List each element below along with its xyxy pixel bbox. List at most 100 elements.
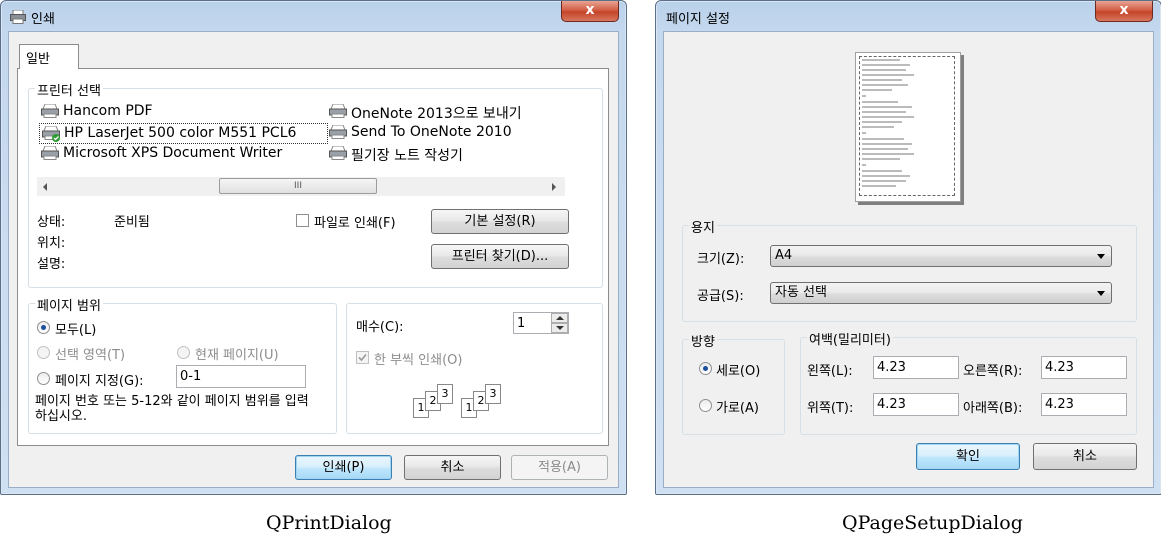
collate-digit: 1 bbox=[465, 401, 473, 414]
page-sheet: 3 bbox=[437, 384, 453, 404]
page-range-title: 페이지 범위 bbox=[35, 295, 103, 314]
orientation-group: 방향 세로(O) 가로(A) bbox=[682, 331, 785, 435]
printer-selection-group: 프린터 선택 Hancom PDF HP LaserJet 500 color … bbox=[28, 80, 603, 288]
close-button[interactable]: x bbox=[1095, 1, 1153, 22]
location-label: 위치: bbox=[37, 236, 66, 251]
bottom-margin-label: 아래쪽(B): bbox=[963, 401, 1023, 416]
paper-source-value: 자동 선택 bbox=[775, 285, 827, 300]
window-title: 인쇄 bbox=[31, 12, 55, 27]
printer-name: Microsoft XPS Document Writer bbox=[63, 145, 283, 161]
scroll-right-icon[interactable] bbox=[552, 183, 556, 191]
bottom-margin-input[interactable]: 4.23 bbox=[1041, 393, 1127, 416]
right-margin-input[interactable]: 4.23 bbox=[1041, 356, 1127, 379]
page-preview bbox=[855, 52, 961, 202]
scroll-thumb[interactable]: III bbox=[219, 178, 377, 194]
dialog-client: 용지 크기(Z): A4 공급(S): 자동 선택 방향 세로(O) 가로(A)… bbox=[663, 31, 1154, 488]
source-label: 공급(S): bbox=[697, 289, 744, 304]
collate-checkbox[interactable] bbox=[356, 351, 369, 364]
default-printer-icon bbox=[42, 126, 60, 142]
printer-name: Send To OneNote 2010 bbox=[351, 124, 512, 140]
tab-panel: 프린터 선택 Hancom PDF HP LaserJet 500 color … bbox=[17, 68, 609, 446]
collate-digit: 1 bbox=[417, 401, 425, 414]
page-preview-lines bbox=[862, 59, 914, 187]
close-button[interactable]: x bbox=[561, 1, 619, 22]
print-to-file-label: 파일로 인쇄(F) bbox=[314, 216, 396, 231]
preferences-button[interactable]: 기본 설정(R) bbox=[431, 209, 569, 234]
list-item[interactable]: OneNote 2013으로 보내기 bbox=[327, 101, 577, 122]
tab-general-label: 일반 bbox=[26, 52, 50, 67]
list-item[interactable]: 필기장 노트 작성기 bbox=[327, 143, 577, 164]
top-margin-input[interactable]: 4.23 bbox=[873, 393, 959, 416]
horizontal-scrollbar[interactable]: III bbox=[37, 177, 565, 196]
left-margin-input[interactable]: 4.23 bbox=[873, 356, 959, 379]
printer-group-title: 프린터 선택 bbox=[35, 80, 103, 99]
spin-up-icon[interactable] bbox=[551, 313, 568, 323]
chevron-down-icon bbox=[1097, 254, 1105, 259]
copies-spinner[interactable] bbox=[551, 313, 568, 333]
comment-label: 설명: bbox=[37, 257, 66, 272]
collate-digit: 3 bbox=[489, 387, 497, 400]
collate-label: 한 부씩 인쇄(O) bbox=[374, 353, 463, 368]
range-pages-label: 페이지 지정(G): bbox=[55, 374, 144, 389]
copies-label: 매수(C): bbox=[356, 320, 404, 335]
status-value: 준비됨 bbox=[114, 215, 150, 230]
print-dialog-window: 인쇄 x 일반 프린터 선택 Hancom PDF HP LaserJet 50… bbox=[0, 0, 627, 495]
page-setup-window: 페이지 설정 x 용지 크기(Z): A4 공급(S): 자동 선택 방향 세로… bbox=[655, 0, 1161, 495]
collate-digit: 3 bbox=[441, 387, 449, 400]
top-margin-label: 위쪽(T): bbox=[807, 401, 854, 416]
page-setup-caption: QPageSetupDialog bbox=[842, 512, 1023, 534]
range-selection-radio[interactable] bbox=[37, 346, 50, 359]
landscape-radio[interactable] bbox=[699, 399, 712, 412]
printer-name: Hancom PDF bbox=[63, 103, 153, 119]
status-label: 상태: bbox=[37, 215, 66, 230]
margins-title: 여백(밀리미터) bbox=[807, 329, 893, 348]
range-pages-radio[interactable] bbox=[37, 372, 50, 385]
collate-digit: 2 bbox=[477, 394, 485, 407]
left-margin-label: 왼쪽(L): bbox=[807, 364, 853, 379]
list-item-selected[interactable]: HP LaserJet 500 color M551 PCL6 bbox=[39, 123, 328, 144]
scroll-left-icon[interactable] bbox=[43, 183, 47, 191]
ok-button[interactable]: 확인 bbox=[916, 443, 1020, 470]
printer-list: Hancom PDF HP LaserJet 500 color M551 PC… bbox=[37, 101, 593, 213]
range-current-radio[interactable] bbox=[177, 346, 190, 359]
paper-size-value: A4 bbox=[775, 248, 793, 263]
printer-name: 필기장 노트 작성기 bbox=[351, 148, 463, 164]
portrait-label: 세로(O) bbox=[716, 364, 761, 379]
copies-group: 매수(C): 1 한 부씩 인쇄(O) 1 2 3 1 2 3 bbox=[346, 303, 603, 434]
print-to-file-checkbox[interactable] bbox=[296, 214, 309, 227]
page-sheet: 3 bbox=[485, 384, 501, 404]
margins-group: 여백(밀리미터) 왼쪽(L): 4.23 오른쪽(R): 4.23 위쪽(T):… bbox=[800, 329, 1137, 435]
printer-icon bbox=[41, 146, 59, 160]
print-dialog-caption: QPrintDialog bbox=[266, 512, 392, 534]
spin-down-icon[interactable] bbox=[551, 323, 568, 333]
collate-digit: 2 bbox=[429, 394, 437, 407]
printer-name: OneNote 2013으로 보내기 bbox=[351, 106, 522, 122]
page-range-input[interactable]: 0-1 bbox=[176, 365, 306, 388]
page-range-hint: 페이지 번호 또는 5-12와 같이 페이지 범위를 입력하십시오. bbox=[35, 394, 309, 424]
cancel-button[interactable]: 취소 bbox=[404, 455, 501, 480]
cancel-button[interactable]: 취소 bbox=[1033, 443, 1137, 470]
printer-icon bbox=[10, 9, 26, 28]
right-margin-label: 오른쪽(R): bbox=[963, 364, 1023, 379]
list-item[interactable]: Hancom PDF bbox=[37, 101, 327, 121]
printer-icon bbox=[41, 104, 59, 118]
apply-button[interactable]: 적용(A) bbox=[511, 455, 608, 480]
page-range-group: 페이지 범위 모두(L) 선택 영역(T) 현재 페이지(U) 페이지 지정(G… bbox=[28, 295, 337, 434]
find-printer-button[interactable]: 프린터 찾기(D)... bbox=[431, 244, 569, 269]
printer-icon bbox=[329, 104, 347, 118]
list-item[interactable]: Microsoft XPS Document Writer bbox=[37, 143, 327, 163]
printer-icon bbox=[329, 146, 347, 160]
range-all-radio[interactable] bbox=[37, 321, 50, 334]
range-current-label: 현재 페이지(U) bbox=[195, 348, 279, 363]
paper-size-select[interactable]: A4 bbox=[770, 245, 1112, 267]
tab-general[interactable]: 일반 bbox=[19, 44, 79, 69]
orientation-title: 방향 bbox=[689, 331, 717, 350]
portrait-radio[interactable] bbox=[699, 362, 712, 375]
list-item[interactable]: Send To OneNote 2010 bbox=[327, 122, 577, 142]
range-selection-label: 선택 영역(T) bbox=[55, 348, 126, 363]
chevron-down-icon bbox=[1097, 291, 1105, 296]
paper-group: 용지 크기(Z): A4 공급(S): 자동 선택 bbox=[682, 217, 1137, 322]
printer-icon bbox=[329, 125, 347, 139]
paper-source-select[interactable]: 자동 선택 bbox=[770, 282, 1112, 304]
print-button[interactable]: 인쇄(P) bbox=[295, 455, 392, 480]
